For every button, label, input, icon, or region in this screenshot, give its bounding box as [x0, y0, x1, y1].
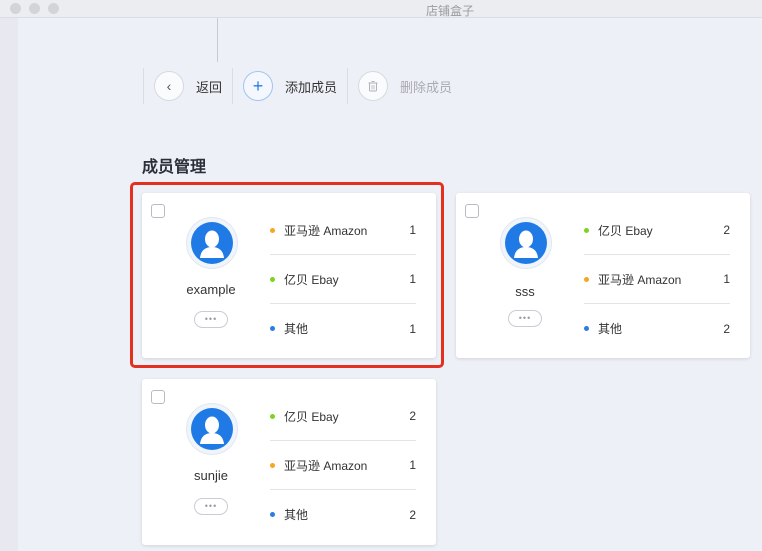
- avatar: [186, 403, 238, 455]
- platform-dot: [584, 326, 589, 331]
- back-button[interactable]: ‹ 返回: [154, 71, 222, 101]
- platform-count: 2: [723, 223, 730, 237]
- plus-icon: +: [243, 71, 274, 101]
- selection-highlight: [130, 182, 444, 368]
- platform-row: 亚马逊 Amazon 1: [270, 441, 416, 490]
- member-card[interactable]: sunjie ••• 亿贝 Ebay 2 亚马逊 Amazon 1 其他 2: [142, 379, 436, 545]
- toolbar-divider: [143, 68, 144, 104]
- member-checkbox[interactable]: [465, 204, 479, 218]
- member-name: sunjie: [194, 468, 228, 483]
- window-title: 店铺盒子: [426, 4, 475, 18]
- avatar: [500, 217, 552, 269]
- back-chevron-icon: ‹: [154, 71, 184, 101]
- platform-row: 其他 2: [584, 304, 730, 353]
- more-button[interactable]: •••: [194, 498, 228, 515]
- platform-name: 亚马逊 Amazon: [284, 458, 368, 473]
- platform-row: 亿贝 Ebay 2: [584, 206, 730, 255]
- platform-count: 1: [409, 458, 416, 472]
- title-bar: 店铺盒子: [0, 0, 762, 18]
- member-checkbox[interactable]: [151, 390, 165, 404]
- platform-dot: [270, 413, 275, 419]
- member-name: sss: [515, 284, 535, 299]
- platform-count: 2: [723, 321, 730, 336]
- platform-name: 亚马逊 Amazon: [598, 272, 682, 287]
- trash-icon: [358, 71, 389, 101]
- add-member-label: 添加成员: [285, 79, 338, 95]
- divider-line: [217, 18, 218, 62]
- platform-dot: [270, 512, 275, 517]
- platform-count: 2: [409, 507, 416, 522]
- user-icon: [505, 222, 547, 264]
- section-title: 成员管理: [142, 159, 207, 176]
- platform-dot: [584, 227, 589, 233]
- platform-count: 2: [409, 409, 416, 423]
- toolbar: ‹ 返回 + 添加成员 删除成员: [143, 67, 452, 105]
- toolbar-divider: [347, 68, 349, 104]
- add-member-button[interactable]: + 添加成员: [243, 71, 337, 101]
- delete-member-label: 删除成员: [400, 79, 453, 95]
- platform-dot: [584, 276, 589, 282]
- more-button[interactable]: •••: [508, 310, 542, 327]
- platform-count: 1: [723, 272, 730, 286]
- platform-name: 其他: [598, 322, 623, 336]
- delete-member-button[interactable]: 删除成员: [358, 71, 452, 101]
- platform-row: 其他 2: [270, 490, 416, 539]
- toolbar-divider: [232, 68, 234, 104]
- user-icon: [191, 408, 233, 450]
- back-label: 返回: [196, 79, 223, 95]
- platform-name: 其他: [284, 508, 309, 522]
- sidebar-edge: [0, 18, 18, 551]
- platform-name: 亿贝 Ebay: [284, 409, 339, 424]
- platform-row: 亚马逊 Amazon 1: [584, 255, 730, 304]
- platform-row: 亿贝 Ebay 2: [270, 392, 416, 441]
- platform-name: 亿贝 Ebay: [598, 223, 653, 238]
- member-card[interactable]: sss ••• 亿贝 Ebay 2 亚马逊 Amazon 1 其他 2: [456, 193, 750, 358]
- platform-dot: [270, 462, 275, 468]
